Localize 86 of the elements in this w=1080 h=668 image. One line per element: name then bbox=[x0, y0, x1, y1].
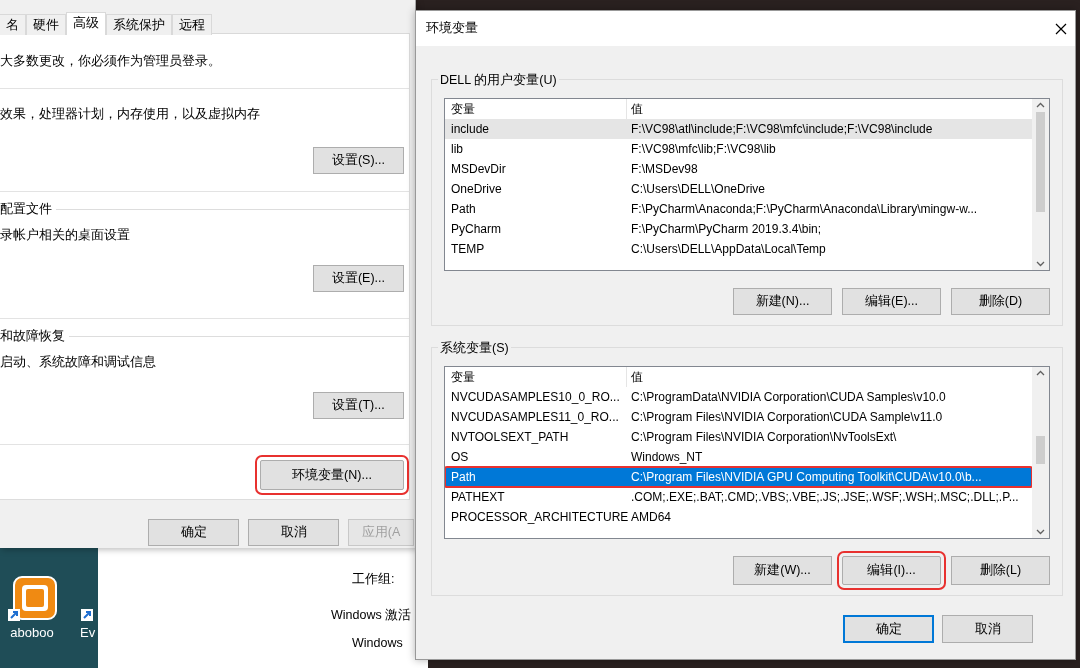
settings-button[interactable]: 设置(S)... bbox=[313, 146, 404, 174]
info-label: Windows 激活 bbox=[331, 607, 412, 624]
group-legend: 系统变量(S) bbox=[438, 339, 511, 358]
variable-value: .COM;.EXE;.BAT;.CMD;.VBS;.VBE;.JS;.JSE;.WSF;.WSH;.MSC;.DLL;.P... bbox=[630, 489, 1020, 506]
list-row[interactable]: MSDevDir F:\MSDev98 bbox=[445, 159, 1032, 179]
icon-label[interactable]: Ev bbox=[80, 623, 96, 643]
variable-value: C:\Users\DELL\AppData\Local\Temp bbox=[630, 241, 827, 258]
variable-value: F:\MSDev98 bbox=[630, 161, 699, 178]
variable-value: F:\VC98\mfc\lib;F:\VC98\lib bbox=[630, 141, 777, 158]
group-legend: 和故障恢复 bbox=[0, 326, 65, 346]
variable-name: NVCUDASAMPLES10_0_RO... bbox=[450, 389, 621, 406]
variable-name: include bbox=[450, 121, 491, 138]
variable-value: C:\ProgramData\NVIDIA Corporation\CUDA Samples\v10.0 bbox=[630, 389, 947, 406]
scrollbar[interactable] bbox=[1032, 367, 1049, 538]
list-row[interactable]: TEMP C:\Users\DELL\AppData\Local\Temp bbox=[445, 239, 1032, 259]
variable-value: AMD64 bbox=[630, 509, 672, 526]
variable-name: PROCESSOR_ARCHITECTURE bbox=[450, 509, 627, 526]
variable-name: NVCUDASAMPLES11_0_RO... bbox=[450, 409, 620, 426]
list-row[interactable]: PROCESSOR_ARCHITECTURE AMD64 bbox=[445, 507, 1032, 527]
scrollbar[interactable] bbox=[1032, 99, 1049, 270]
description-text: 效果，处理器计划，内存使用，以及虚拟内存 bbox=[0, 106, 261, 123]
tab[interactable]: 远程 bbox=[172, 14, 212, 35]
tab[interactable]: 系统保护 bbox=[106, 14, 172, 35]
variable-value: F:\PyCharm\PyCharm 2019.3.4\bin; bbox=[630, 221, 823, 238]
icon-label[interactable]: aboboo bbox=[10, 623, 54, 643]
list-row[interactable]: NVCUDASAMPLES10_0_RO... C:\ProgramData\NVIDIA Corporation\CUDA Samples\v10.0 bbox=[445, 387, 1032, 407]
variable-name: Path bbox=[450, 201, 477, 218]
info-label: 工作组: bbox=[352, 571, 395, 588]
info-label: Windows bbox=[352, 635, 403, 652]
variable-name: PyCharm bbox=[450, 221, 502, 238]
tab[interactable]: 硬件 bbox=[26, 14, 66, 35]
dialog-button[interactable]: 确定 bbox=[148, 519, 239, 546]
dialog-button[interactable]: 确定 bbox=[843, 615, 934, 643]
variable-name: OneDrive bbox=[450, 181, 503, 198]
action-button[interactable]: 编辑(E)... bbox=[842, 288, 941, 315]
variable-name: OS bbox=[450, 449, 470, 466]
window-title: 环境变量 bbox=[426, 20, 478, 38]
column-header[interactable]: 值 bbox=[627, 99, 1032, 119]
description-text: 大多数更改，你必须作为管理员登录。 bbox=[0, 53, 222, 70]
variable-value: Windows_NT bbox=[630, 449, 704, 466]
close-icon[interactable] bbox=[1055, 22, 1067, 35]
variable-name: MSDevDir bbox=[450, 161, 507, 178]
column-header[interactable]: 值 bbox=[627, 367, 1032, 387]
scroll-down-icon[interactable] bbox=[1036, 529, 1045, 535]
column-header[interactable]: 变量 bbox=[445, 367, 627, 387]
variable-name: lib bbox=[450, 141, 464, 158]
description-text: 启动、系统故障和调试信息 bbox=[0, 354, 157, 371]
variable-value: C:\Program Files\NVIDIA Corporation\CUDA Sample\v11.0 bbox=[630, 409, 944, 426]
list-row[interactable]: PATHEXT .COM;.EXE;.BAT;.CMD;.VBS;.VBE;.JS;.JSE;.WSF;.WSH;.MSC;.DLL;.P... bbox=[445, 487, 1032, 507]
tab[interactable]: 名 bbox=[0, 14, 26, 35]
dialog-button[interactable]: 取消 bbox=[942, 615, 1033, 643]
group-legend: 配置文件 bbox=[0, 199, 52, 219]
variable-value: C:\Users\DELL\OneDrive bbox=[630, 181, 767, 198]
scroll-up-icon[interactable] bbox=[1036, 370, 1045, 376]
list-row[interactable]: PyCharm F:\PyCharm\PyCharm 2019.3.4\bin; bbox=[445, 219, 1032, 239]
dialog-button[interactable]: 取消 bbox=[248, 519, 339, 546]
list-row[interactable]: lib F:\VC98\mfc\lib;F:\VC98\lib bbox=[445, 139, 1032, 159]
variable-value: C:\Program Files\NVIDIA GPU Computing Toolkit\CUDA\v10.0\b... bbox=[630, 469, 983, 486]
app-icon[interactable] bbox=[6, 575, 58, 623]
action-button[interactable]: 新建(W)... bbox=[733, 556, 832, 585]
scrollbar-thumb[interactable] bbox=[1036, 112, 1045, 212]
list-row[interactable]: OneDrive C:\Users\DELL\OneDrive bbox=[445, 179, 1032, 199]
list-row[interactable]: OS Windows_NT bbox=[445, 447, 1032, 467]
action-button[interactable]: 删除(D) bbox=[951, 288, 1050, 315]
list-row[interactable]: Path C:\Program Files\NVIDIA GPU Computing Toolkit\CUDA\v10.0\b... bbox=[445, 467, 1032, 487]
variable-name: PATHEXT bbox=[450, 489, 506, 506]
scroll-down-icon[interactable] bbox=[1036, 261, 1045, 267]
action-button[interactable]: 新建(N)... bbox=[733, 288, 832, 315]
scrollbar-thumb[interactable] bbox=[1036, 436, 1045, 464]
settings-button[interactable]: 设置(E)... bbox=[313, 264, 404, 292]
variable-value: F:\VC98\atl\include;F:\VC98\mfc\include;F:\VC98\include bbox=[630, 121, 934, 138]
variable-name: TEMP bbox=[450, 241, 486, 258]
list-row[interactable]: Path F:\PyCharm\Anaconda;F:\PyCharm\Anaconda\Library\mingw-w... bbox=[445, 199, 1032, 219]
variable-value: F:\PyCharm\Anaconda;F:\PyCharm\Anaconda\Library\mingw-w... bbox=[630, 201, 979, 218]
description-text: 录帐户相关的桌面设置 bbox=[0, 227, 131, 244]
variable-name: Path bbox=[450, 469, 477, 486]
list-row[interactable]: include F:\VC98\atl\include;F:\VC98\mfc\include;F:\VC98\include bbox=[445, 119, 1032, 139]
action-button[interactable]: 删除(L) bbox=[951, 556, 1050, 585]
settings-button[interactable]: 设置(T)... bbox=[313, 391, 404, 419]
variable-name: NVTOOLSEXT_PATH bbox=[450, 429, 570, 446]
group-legend: DELL 的用户变量(U) bbox=[438, 71, 559, 90]
scroll-up-icon[interactable] bbox=[1036, 102, 1045, 108]
tab[interactable]: 高级 bbox=[66, 12, 106, 35]
list-row[interactable]: NVCUDASAMPLES11_0_RO... C:\Program Files\NVIDIA Corporation\CUDA Sample\v11.0 bbox=[445, 407, 1032, 427]
list-row[interactable]: NVTOOLSEXT_PATH C:\Program Files\NVIDIA Corporation\NvToolsExt\ bbox=[445, 427, 1032, 447]
variable-value: C:\Program Files\NVIDIA Corporation\NvToolsExt\ bbox=[630, 429, 898, 446]
